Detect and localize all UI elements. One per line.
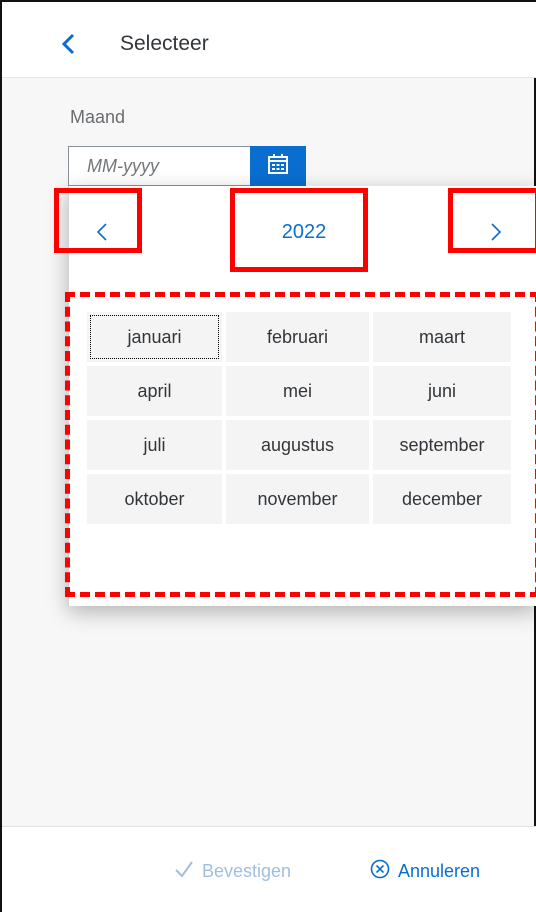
cancel-button[interactable]: Annuleren — [370, 851, 480, 891]
dialog-footer: Bevestigen Annuleren — [2, 826, 536, 912]
next-year-button[interactable] — [469, 212, 523, 256]
month-juni[interactable]: juni — [373, 366, 511, 416]
month-januari[interactable]: januari — [87, 312, 222, 362]
previous-year-button[interactable] — [75, 212, 129, 256]
month-oktober[interactable]: oktober — [87, 474, 222, 524]
chevron-left-icon — [96, 222, 108, 246]
month-december[interactable]: december — [373, 474, 511, 524]
month-field-label: Maand — [70, 107, 126, 127]
month-juli[interactable]: juli — [87, 420, 222, 470]
checkmark-icon — [174, 859, 194, 884]
month-grid: januari februari maart april mei juni ju… — [87, 312, 517, 524]
month-maart[interactable]: maart — [373, 312, 511, 362]
month-april[interactable]: april — [87, 366, 222, 416]
calendar-icon — [267, 153, 289, 180]
calendar-button[interactable] — [250, 146, 306, 186]
circle-x-icon — [370, 859, 390, 884]
cancel-label: Annuleren — [398, 860, 481, 881]
chevron-right-icon — [490, 222, 502, 246]
month-februari[interactable]: februari — [226, 312, 369, 362]
month-mei[interactable]: mei — [226, 366, 369, 416]
month-augustus[interactable]: augustus — [226, 420, 369, 470]
year-button[interactable]: 2022 — [249, 210, 359, 254]
dialog-frame: Selecteer Maand MM-yyyy 2022 januari feb… — [0, 0, 536, 912]
back-button[interactable] — [48, 26, 88, 66]
dialog-header: Selecteer — [2, 2, 536, 78]
chevron-left-icon — [60, 33, 76, 60]
month-picker-popover: 2022 januari februari maart april mei ju… — [68, 186, 536, 606]
picker-header: 2022 — [69, 186, 536, 272]
confirm-label: Bevestigen — [202, 860, 292, 881]
page-title: Selecteer — [120, 32, 209, 55]
month-september[interactable]: september — [373, 420, 511, 470]
confirm-button[interactable]: Bevestigen — [174, 851, 291, 891]
month-november[interactable]: november — [226, 474, 369, 524]
month-input[interactable] — [68, 146, 251, 186]
